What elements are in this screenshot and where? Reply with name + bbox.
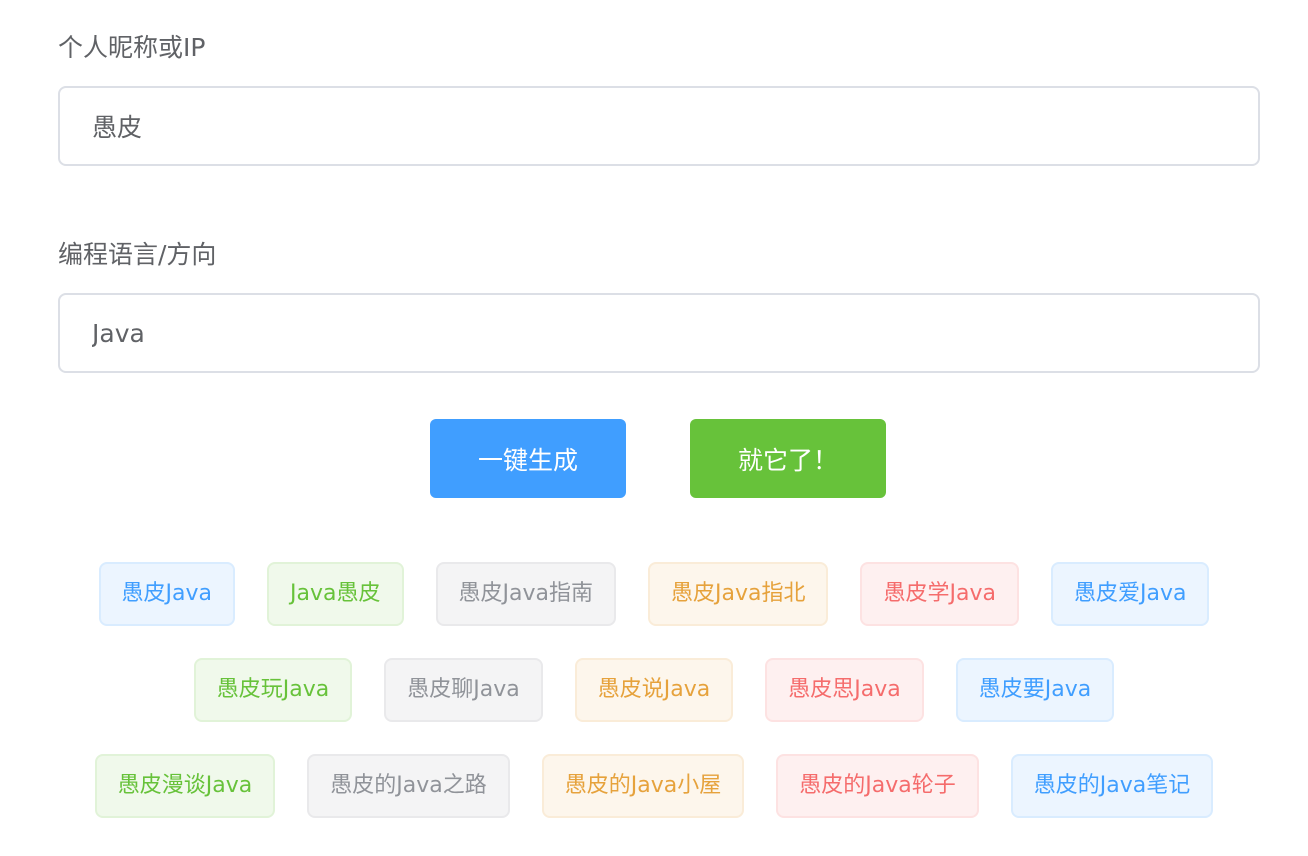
language-label: 编程语言/方向 [58, 240, 217, 269]
suggestion-tag[interactable]: 愚皮Java指南 [435, 562, 616, 626]
confirm-button[interactable]: 就它了！ [690, 419, 886, 498]
generate-button[interactable]: 一键生成 [430, 419, 626, 498]
suggestion-tag[interactable]: 愚皮Java [98, 562, 236, 626]
suggestion-tag[interactable]: Java愚皮 [267, 562, 404, 626]
tag-row: 愚皮玩Java 愚皮聊Java 愚皮说Java 愚皮思Java 愚皮要Java [0, 658, 1308, 722]
suggestion-tags: 愚皮Java Java愚皮 愚皮Java指南 愚皮Java指北 愚皮学Java 愚皮爱Ja… [0, 562, 1308, 850]
suggestion-tag[interactable]: 愚皮的Java笔记 [1010, 754, 1214, 818]
suggestion-tag[interactable]: 愚皮Java指北 [648, 562, 829, 626]
suggestion-tag[interactable]: 愚皮的Java之路 [307, 754, 510, 818]
tag-row: 愚皮漫谈Java 愚皮的Java之路 愚皮的Java小屋 愚皮的Java轮子 愚皮的Ja… [0, 754, 1308, 818]
suggestion-tag[interactable]: 愚皮的Java轮子 [776, 754, 979, 818]
language-input[interactable] [58, 293, 1260, 373]
suggestion-tag[interactable]: 愚皮学Java [860, 562, 1019, 626]
nickname-label: 个人昵称或IP [58, 33, 206, 62]
suggestion-tag[interactable]: 愚皮的Java小屋 [541, 754, 745, 818]
suggestion-tag[interactable]: 愚皮漫谈Java [94, 754, 276, 818]
suggestion-tag[interactable]: 愚皮思Java [765, 658, 924, 722]
suggestion-tag[interactable]: 愚皮说Java [574, 658, 734, 722]
suggestion-tag[interactable]: 愚皮要Java [955, 658, 1115, 722]
suggestion-tag[interactable]: 愚皮玩Java [193, 658, 353, 722]
tag-row: 愚皮Java Java愚皮 愚皮Java指南 愚皮Java指北 愚皮学Java 愚皮爱Ja… [0, 562, 1308, 626]
suggestion-tag[interactable]: 愚皮聊Java [384, 658, 543, 722]
nickname-input[interactable] [58, 86, 1260, 166]
suggestion-tag[interactable]: 愚皮爱Java [1050, 562, 1210, 626]
